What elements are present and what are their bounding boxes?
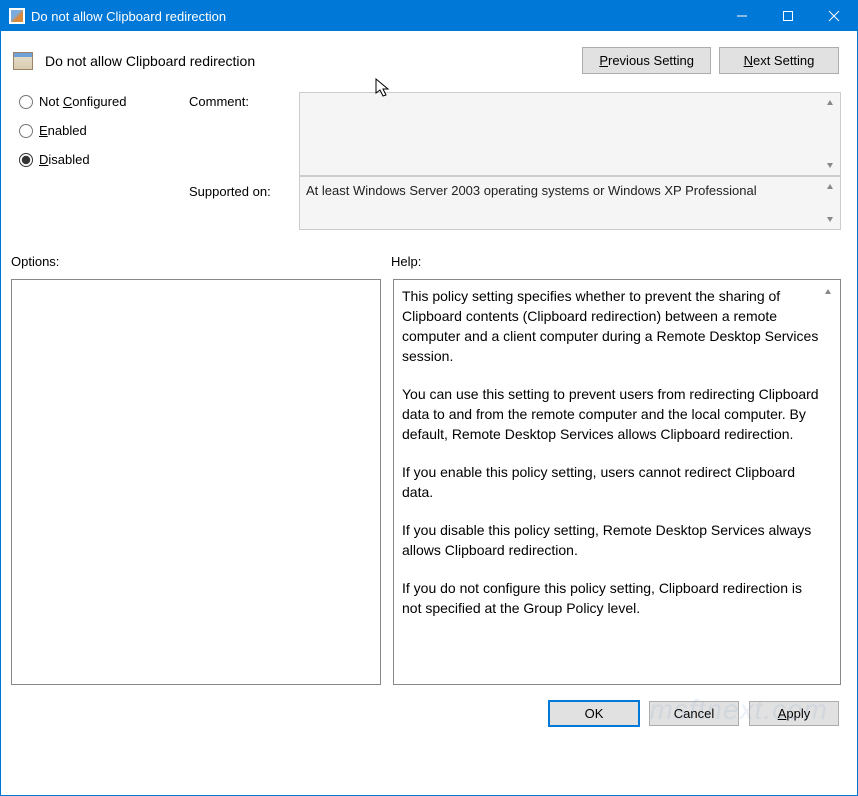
window-title: Do not allow Clipboard redirection [31, 9, 226, 24]
radio-enabled-label: Enabled [39, 123, 87, 138]
radio-not-configured-label: Not Configured [39, 94, 126, 109]
previous-setting-button[interactable]: Previous Setting [582, 47, 711, 74]
supported-on-label: Supported on: [189, 176, 289, 199]
options-label: Options: [11, 254, 391, 269]
help-paragraph: If you do not configure this policy sett… [402, 578, 820, 618]
help-paragraph: You can use this setting to prevent user… [402, 384, 820, 444]
options-pane [11, 279, 381, 685]
policy-icon [13, 52, 33, 70]
supported-on-value: At least Windows Server 2003 operating s… [306, 183, 757, 198]
help-pane: This policy setting specifies whether to… [393, 279, 841, 685]
radio-disabled-input[interactable] [19, 153, 33, 167]
comment-label: Comment: [189, 92, 289, 109]
dialog-buttons: OK Cancel Apply [1, 685, 857, 726]
settings-grid: Not Configured Enabled Disabled Comment:… [1, 92, 857, 230]
supported-on-field: At least Windows Server 2003 operating s… [299, 176, 841, 230]
help-scroll-up[interactable] [820, 284, 836, 300]
app-icon [9, 8, 25, 24]
help-paragraph: If you enable this policy setting, users… [402, 462, 820, 502]
help-label: Help: [391, 254, 421, 269]
radio-disabled-label: Disabled [39, 152, 90, 167]
supported-scroll-up[interactable] [822, 179, 838, 195]
minimize-button[interactable] [719, 1, 765, 31]
policy-title: Do not allow Clipboard redirection [45, 53, 255, 69]
help-paragraph: If you disable this policy setting, Remo… [402, 520, 820, 560]
close-button[interactable] [811, 1, 857, 31]
ok-button[interactable]: OK [549, 701, 639, 726]
help-paragraph: This policy setting specifies whether to… [402, 286, 820, 366]
panes: This policy setting specifies whether to… [1, 275, 857, 685]
radio-enabled-input[interactable] [19, 124, 33, 138]
comment-scroll-up[interactable] [822, 95, 838, 111]
radio-disabled[interactable]: Disabled [19, 152, 179, 167]
cancel-button[interactable]: Cancel [649, 701, 739, 726]
comment-field[interactable] [299, 92, 841, 176]
state-radio-group: Not Configured Enabled Disabled [19, 92, 179, 167]
maximize-button[interactable] [765, 1, 811, 31]
radio-not-configured-input[interactable] [19, 95, 33, 109]
radio-not-configured[interactable]: Not Configured [19, 94, 179, 109]
comment-scroll-down[interactable] [822, 157, 838, 173]
title-bar: Do not allow Clipboard redirection [1, 1, 857, 31]
supported-scroll-down[interactable] [822, 211, 838, 227]
radio-enabled[interactable]: Enabled [19, 123, 179, 138]
next-setting-button[interactable]: Next Setting [719, 47, 839, 74]
apply-button[interactable]: Apply [749, 701, 839, 726]
window-controls [719, 1, 857, 31]
policy-header: Do not allow Clipboard redirection Previ… [1, 31, 857, 92]
section-labels: Options: Help: [1, 230, 857, 275]
